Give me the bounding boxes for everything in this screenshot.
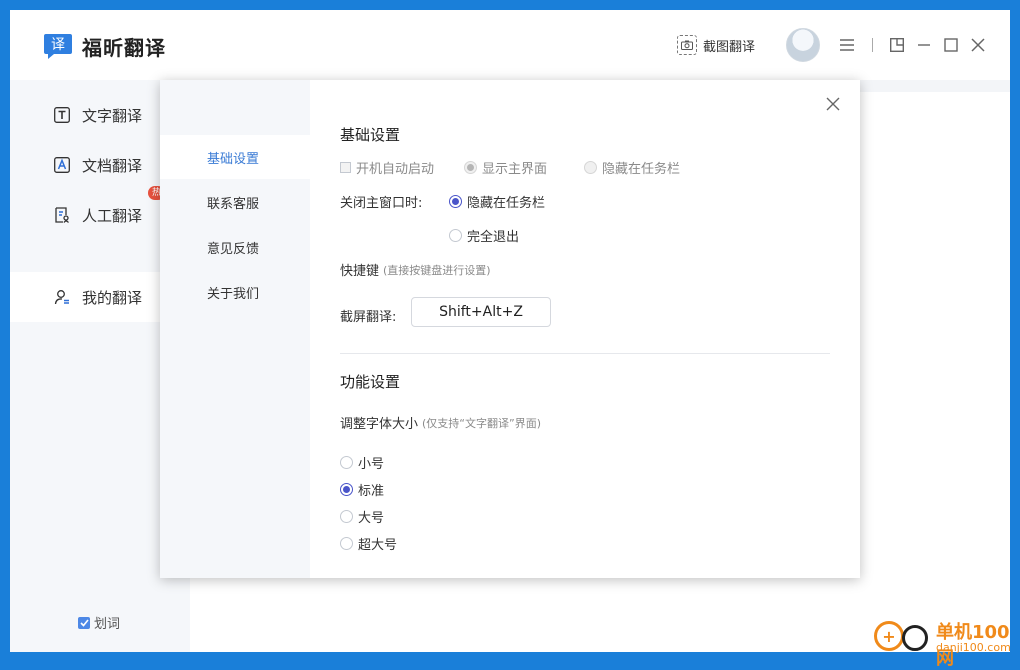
- app-title: 福昕翻译: [82, 36, 166, 60]
- settings-nav-about[interactable]: 关于我们: [160, 270, 310, 314]
- checkbox-icon: [340, 162, 351, 173]
- screenshot-hotkey-label: 截屏翻译:: [340, 310, 397, 325]
- sidebar-item-label: 文档翻译: [82, 156, 143, 175]
- font-size-xlarge-radio[interactable]: 超大号: [340, 534, 397, 553]
- shortcut-title: 快捷键: [340, 264, 380, 279]
- my-translate-icon: [54, 290, 69, 305]
- shortcut-hint: (直接按键盘进行设置): [383, 263, 491, 277]
- sidebar-item-label: 文字翻译: [82, 106, 143, 125]
- show-main-label: 显示主界面: [482, 162, 548, 177]
- screenshot-hotkey-input[interactable]: Shift+Alt+Z: [411, 297, 551, 327]
- hide-taskbar-label: 隐藏在任务栏: [602, 162, 681, 177]
- svg-text:译: 译: [51, 37, 65, 53]
- shortcut-row: 快捷键 (直接按键盘进行设置): [340, 260, 491, 280]
- checkbox-checked-icon: [78, 616, 90, 629]
- section-divider: [340, 353, 830, 354]
- maximize-icon[interactable]: [942, 36, 960, 54]
- word-select-label: 划词: [94, 617, 121, 632]
- minimize-icon[interactable]: [915, 36, 933, 54]
- human-translate-icon: [55, 207, 69, 223]
- radio-icon: [449, 195, 462, 208]
- radio-icon: [340, 537, 353, 550]
- site-watermark: + 单机100网 danji100.com: [870, 617, 1020, 669]
- close-icon[interactable]: [969, 36, 987, 54]
- settings-nav-basic[interactable]: 基础设置: [160, 135, 310, 179]
- word-select-toggle[interactable]: 划词: [78, 613, 120, 632]
- radio-icon: [449, 229, 462, 242]
- close-hide-label: 隐藏在任务栏: [467, 196, 546, 211]
- radio-icon: [340, 510, 353, 523]
- document-translate-icon: [54, 157, 70, 173]
- close-exit-radio[interactable]: 完全退出: [449, 226, 519, 245]
- font-size-hint: (仅支持“文字翻译”界面): [422, 416, 541, 430]
- radio-icon: [584, 161, 597, 174]
- autostart-label: 开机自动启动: [356, 162, 435, 177]
- sidebar-item-label: 我的翻译: [82, 288, 143, 307]
- font-size-row: 调整字体大小 (仅支持“文字翻译”界面): [340, 413, 541, 433]
- titlebar-divider: [872, 38, 873, 52]
- basic-settings-heading: 基础设置: [340, 126, 401, 144]
- font-size-standard-radio[interactable]: 标准: [340, 480, 384, 499]
- app-logo-icon: 译: [44, 34, 72, 59]
- font-size-option-label: 标准: [358, 484, 385, 499]
- app-window: 译 福昕翻译 截图翻译 文字翻译 文档翻译 人工翻译 热 我的翻译 划词 基础设…: [10, 10, 1010, 652]
- settings-nav-support[interactable]: 联系客服: [160, 180, 310, 224]
- font-size-option-label: 大号: [358, 511, 385, 526]
- watermark-url: danji100.com: [936, 641, 1011, 654]
- screenshot-translate-label: 截图翻译: [703, 39, 756, 55]
- title-bar: 译 福昕翻译 截图翻译: [10, 10, 1010, 80]
- radio-icon: [340, 456, 353, 469]
- text-translate-icon: [54, 107, 70, 123]
- font-size-small-radio[interactable]: 小号: [340, 453, 384, 472]
- user-avatar[interactable]: [786, 28, 820, 62]
- function-settings-heading: 功能设置: [340, 373, 401, 391]
- font-size-option-label: 小号: [358, 457, 385, 472]
- show-main-radio[interactable]: 显示主界面: [464, 158, 547, 177]
- camera-icon: [677, 35, 697, 55]
- settings-dialog: 基础设置 联系客服 意见反馈 关于我们 基础设置 开机自动启动 显示主界面 隐藏…: [160, 80, 860, 578]
- hide-taskbar-radio[interactable]: 隐藏在任务栏: [584, 158, 680, 177]
- font-size-large-radio[interactable]: 大号: [340, 507, 384, 526]
- font-size-option-label: 超大号: [358, 538, 398, 553]
- menu-icon[interactable]: [838, 36, 856, 54]
- font-size-label: 调整字体大小: [340, 417, 419, 432]
- settings-content: 基础设置 开机自动启动 显示主界面 隐藏在任务栏 关闭主窗口时: 隐藏在任务栏 …: [340, 80, 830, 578]
- radio-icon: [464, 161, 477, 174]
- watermark-plus-icon: +: [874, 621, 904, 651]
- close-hide-radio[interactable]: 隐藏在任务栏: [449, 192, 545, 211]
- radio-icon: [340, 483, 353, 496]
- autostart-checkbox[interactable]: 开机自动启动: [340, 158, 434, 177]
- settings-nav: 基础设置 联系客服 意见反馈 关于我们: [160, 80, 310, 578]
- sidebar-item-label: 人工翻译: [82, 206, 143, 225]
- close-window-label: 关闭主窗口时:: [340, 196, 423, 211]
- close-exit-label: 完全退出: [467, 230, 520, 245]
- mini-mode-icon[interactable]: [888, 36, 906, 54]
- watermark-ring-icon: [902, 625, 928, 651]
- screenshot-translate-button[interactable]: 截图翻译: [677, 34, 755, 56]
- settings-nav-feedback[interactable]: 意见反馈: [160, 225, 310, 269]
